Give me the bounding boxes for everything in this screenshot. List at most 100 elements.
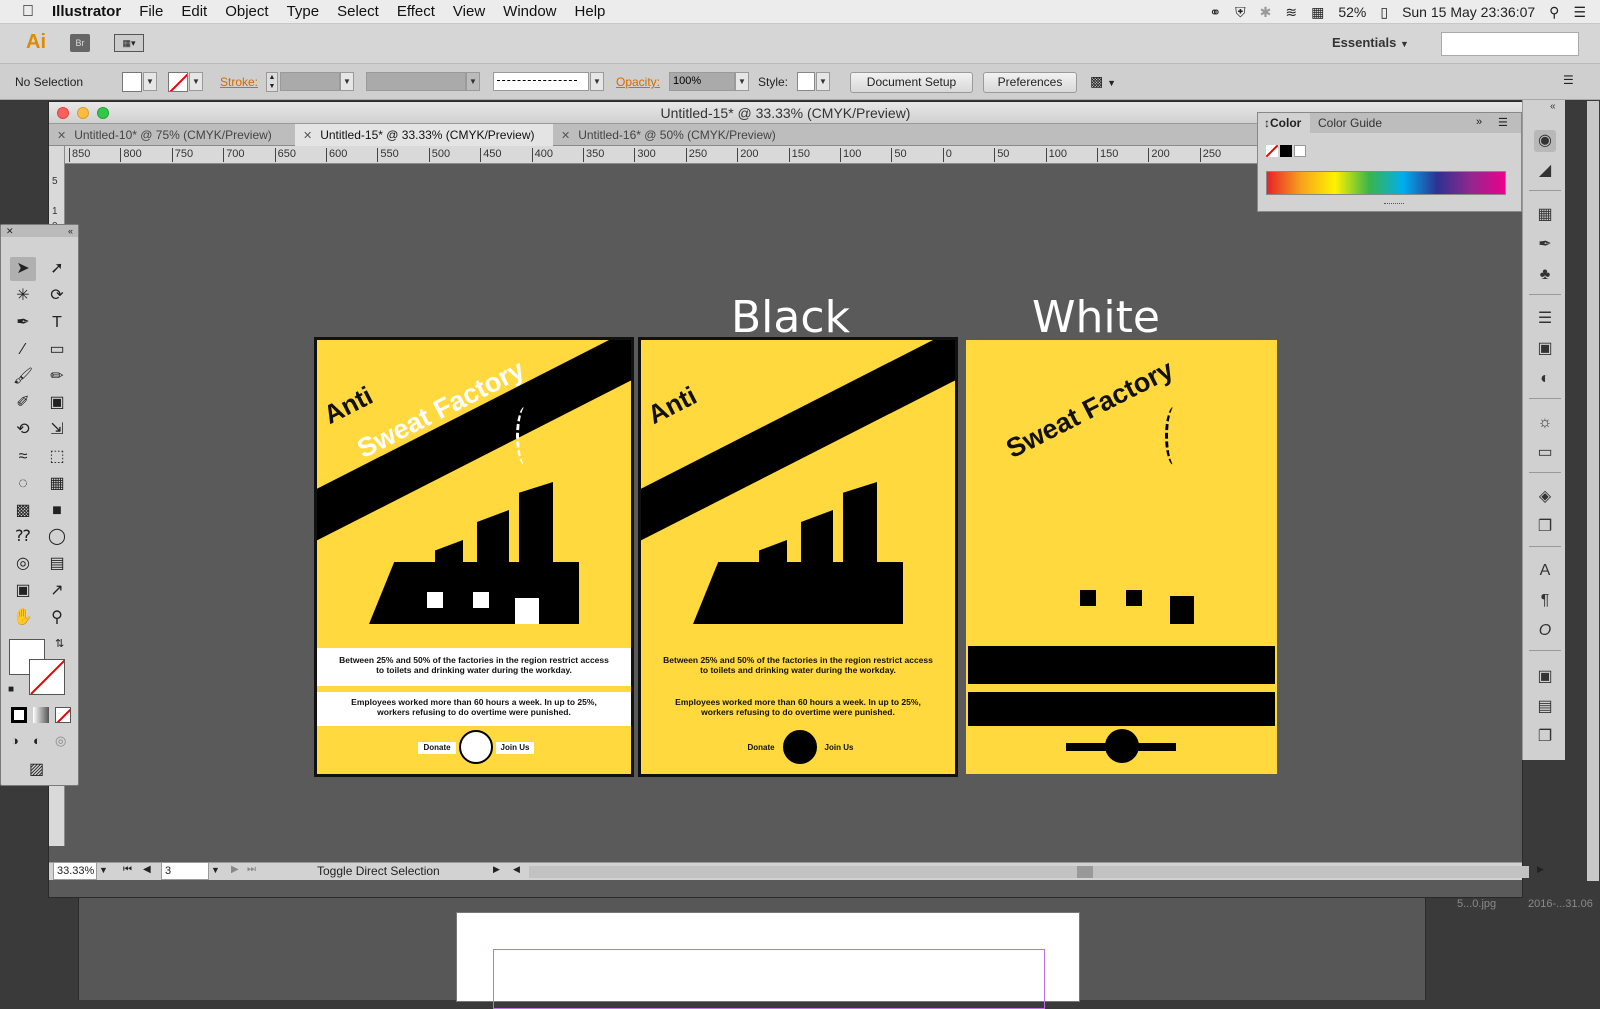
layers-icon[interactable]: ◈ — [1534, 486, 1556, 508]
opacity-label[interactable]: Opacity: — [616, 75, 660, 89]
opacity-dropdown[interactable]: ▼ — [735, 72, 749, 91]
apple-icon[interactable]:  — [0, 0, 43, 24]
shape-builder-tool-icon[interactable]: ◌ — [10, 472, 36, 496]
menu-select[interactable]: Select — [328, 0, 388, 24]
gradient-tool-icon[interactable]: ■ — [44, 499, 70, 523]
fill-swatch[interactable] — [122, 72, 142, 92]
perspective-grid-tool-icon[interactable]: ▦ — [44, 472, 70, 496]
screen-mode-icon[interactable]: ▨ — [29, 759, 44, 779]
pencil-tool-icon[interactable]: ✏ — [44, 365, 70, 389]
minimize-window-button[interactable] — [77, 107, 89, 119]
draw-behind-icon[interactable]: ◐ — [33, 733, 41, 748]
artboard-1[interactable]: Anti Sweat Factory Between 25% and 50% o… — [314, 337, 634, 777]
zoom-window-button[interactable] — [97, 107, 109, 119]
zoom-tool-icon[interactable]: ⚲ — [44, 606, 70, 630]
artboards-panel-icon[interactable]: ❐ — [1534, 516, 1556, 538]
clock[interactable]: Sun 15 May 23:36:07 — [1402, 4, 1535, 20]
close-window-button[interactable] — [57, 107, 69, 119]
bridge-icon[interactable]: Br — [70, 34, 90, 52]
selection-tool-icon[interactable]: ➤ — [10, 257, 36, 281]
color-spectrum-bar[interactable] — [1266, 171, 1506, 195]
line-tool-icon[interactable]: ∕ — [10, 338, 36, 362]
default-colors-icon[interactable]: ■ — [8, 684, 14, 695]
collapse-panel-icon[interactable]: » — [1476, 116, 1482, 128]
magic-wand-tool-icon[interactable]: ✳ — [10, 284, 36, 308]
brush-definition-input[interactable] — [493, 72, 589, 91]
tab-color-guide[interactable]: Color Guide — [1318, 113, 1382, 133]
tab-untitled-10[interactable]: ✕ Untitled-10* @ 75% (CMYK/Preview) — [49, 124, 295, 146]
menu-help[interactable]: Help — [566, 0, 615, 24]
wifi-icon[interactable]: ≋ — [1285, 4, 1297, 21]
scroll-left-icon[interactable]: ◀ — [513, 864, 520, 875]
pen-tool-icon[interactable]: ✒ — [10, 311, 36, 335]
stroke-stepper[interactable]: ▲ ▼ — [266, 72, 278, 92]
eraser-tool-icon[interactable]: ▣ — [44, 391, 70, 415]
vertical-scrollbar[interactable] — [1587, 101, 1599, 881]
calendar-icon[interactable]: ▦ — [1311, 4, 1324, 21]
swatches-icon[interactable]: ▦ — [1534, 204, 1556, 226]
panel-resize-grip[interactable] — [1384, 203, 1404, 206]
stroke-panel-icon[interactable]: ☰ — [1534, 308, 1556, 330]
toolbox-header[interactable]: ✕ « — [1, 225, 78, 237]
battery-icon[interactable]: ▯ — [1380, 4, 1388, 21]
brush-definition-dropdown[interactable]: ▼ — [590, 72, 604, 91]
white-swatch[interactable] — [1294, 145, 1306, 157]
free-transform-tool-icon[interactable]: ⬚ — [44, 445, 70, 469]
black-swatch[interactable] — [1280, 145, 1292, 157]
menu-edit[interactable]: Edit — [172, 0, 216, 24]
none-mode-icon[interactable] — [55, 707, 71, 723]
stroke-label[interactable]: Stroke: — [220, 75, 258, 89]
hand-tool-icon[interactable]: ✋ — [10, 606, 36, 630]
color-guide-icon[interactable]: ◢ — [1534, 160, 1556, 182]
creative-cloud-icon[interactable]: ⚭ — [1209, 4, 1221, 21]
mesh-tool-icon[interactable]: ▩ — [10, 499, 36, 523]
width-tool-icon[interactable]: ≈ — [10, 445, 36, 469]
zoom-level-input[interactable]: 33.33% — [53, 862, 97, 880]
transparency-icon[interactable]: ◐ — [1534, 368, 1556, 390]
join-link[interactable]: Join Us — [820, 743, 858, 752]
gradient-panel-icon[interactable]: ▣ — [1534, 338, 1556, 360]
opentype-icon[interactable]: O — [1534, 620, 1556, 642]
tab-untitled-15[interactable]: ✕ Untitled-15* @ 33.33% (CMYK/Preview) — [295, 124, 553, 146]
menu-view[interactable]: View — [444, 0, 494, 24]
menu-type[interactable]: Type — [278, 0, 329, 24]
menu-file[interactable]: File — [130, 0, 172, 24]
artboard-number-input[interactable]: 3 — [161, 862, 209, 880]
symbols-icon[interactable]: ♣ — [1534, 264, 1556, 286]
bluetooth-icon[interactable]: ✱ — [1260, 4, 1272, 21]
style-swatch[interactable] — [797, 72, 815, 91]
tab-color[interactable]: ↕Color — [1258, 113, 1310, 133]
donate-link[interactable]: Donate — [742, 743, 780, 752]
gradient-mode-icon[interactable] — [33, 707, 49, 723]
none-swatch[interactable] — [1266, 145, 1278, 157]
artboard-dropdown-icon[interactable]: ▼ — [211, 865, 220, 875]
color-panel-icon[interactable]: ◉ — [1534, 130, 1556, 152]
rectangle-tool-icon[interactable]: ▭ — [44, 338, 70, 362]
menu-window[interactable]: Window — [494, 0, 565, 24]
status-menu-icon[interactable]: ▶ — [493, 864, 500, 875]
panel-menu-icon[interactable]: ☰ — [1563, 73, 1574, 87]
type-tool-icon[interactable]: T — [44, 311, 70, 335]
align-icon[interactable]: ▤ — [1534, 696, 1556, 718]
appearance-icon[interactable]: ☼ — [1534, 412, 1556, 434]
preferences-button[interactable]: Preferences — [983, 72, 1077, 93]
dock-collapse-icon[interactable]: « — [1550, 101, 1556, 112]
last-artboard-icon[interactable]: ⏭ — [247, 864, 256, 875]
column-graph-tool-icon[interactable]: ▤ — [44, 552, 70, 576]
document-setup-button[interactable]: Document Setup — [850, 72, 973, 93]
search-icon[interactable]: ⚲ — [1549, 4, 1559, 21]
workspace-switcher[interactable]: Essentials ▼ — [1332, 35, 1409, 50]
scroll-right-icon[interactable]: ▶ — [1537, 864, 1544, 875]
stroke-color-box[interactable] — [29, 659, 65, 695]
color-mode-icon[interactable] — [11, 707, 27, 723]
blob-brush-tool-icon[interactable]: ✐ — [10, 391, 36, 415]
next-artboard-icon[interactable]: ▶ — [231, 864, 239, 875]
stroke-dropdown[interactable]: ▼ — [189, 72, 203, 91]
stroke-weight-dropdown[interactable]: ▼ — [340, 72, 354, 91]
swap-fill-stroke-icon[interactable]: ⇅ — [55, 637, 64, 650]
direct-selection-tool-icon[interactable]: ➚ — [44, 257, 70, 281]
fill-dropdown[interactable]: ▼ — [143, 72, 157, 91]
first-artboard-icon[interactable]: ⏮ — [123, 864, 132, 875]
arrange-icon[interactable]: ▩ ▼ — [1090, 73, 1116, 90]
stroke-swatch[interactable] — [168, 72, 188, 92]
